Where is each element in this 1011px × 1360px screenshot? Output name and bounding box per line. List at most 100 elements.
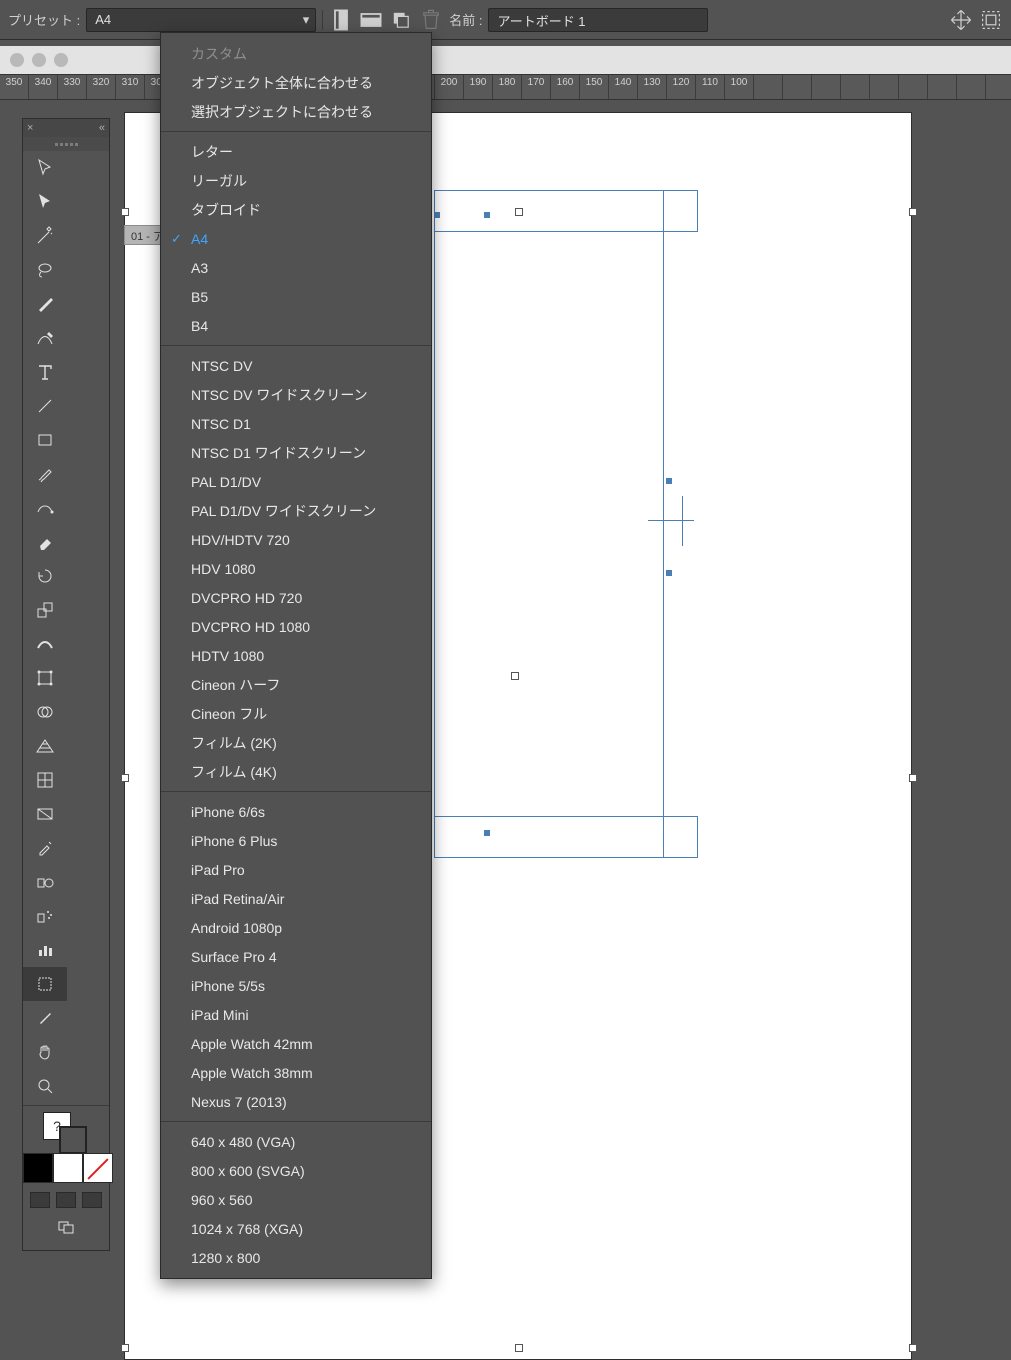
- selection-handle[interactable]: [121, 774, 129, 782]
- new-artboard-icon[interactable]: [389, 8, 413, 32]
- preset-option[interactable]: DVCPRO HD 720: [161, 583, 431, 612]
- preset-option[interactable]: Cineon フル: [161, 699, 431, 728]
- preset-option[interactable]: iPad Pro: [161, 855, 431, 884]
- guide-rect[interactable]: [434, 816, 698, 858]
- preset-option[interactable]: iPad Retina/Air: [161, 884, 431, 913]
- draw-normal-icon[interactable]: [30, 1192, 50, 1208]
- guide-line[interactable]: [682, 496, 683, 546]
- line-tool-icon[interactable]: [23, 389, 67, 423]
- preset-option[interactable]: HDTV 1080: [161, 641, 431, 670]
- preset-option[interactable]: Nexus 7 (2013): [161, 1087, 431, 1116]
- selection-tool-icon[interactable]: [23, 151, 67, 185]
- draw-behind-icon[interactable]: [56, 1192, 76, 1208]
- preset-option[interactable]: NTSC D1 ワイドスクリーン: [161, 438, 431, 467]
- slice-tool-icon[interactable]: [23, 1001, 67, 1035]
- artboard-name-input[interactable]: アートボード 1: [488, 8, 708, 32]
- selection-handle[interactable]: [121, 208, 129, 216]
- anchor-point[interactable]: [666, 570, 672, 576]
- free-transform-tool-icon[interactable]: [23, 661, 67, 695]
- preset-option[interactable]: HDV/HDTV 720: [161, 525, 431, 554]
- artboard-tool-icon[interactable]: [23, 967, 67, 1001]
- preset-option[interactable]: DVCPRO HD 1080: [161, 612, 431, 641]
- rotate-tool-icon[interactable]: [23, 559, 67, 593]
- screen-mode-icon[interactable]: [23, 1210, 109, 1244]
- preset-option[interactable]: B4: [161, 311, 431, 340]
- horizontal-ruler[interactable]: 3503403303203103002902802702602502402302…: [0, 74, 1011, 100]
- preset-option[interactable]: 640 x 480 (VGA): [161, 1127, 431, 1156]
- selection-handle[interactable]: [909, 774, 917, 782]
- preset-option[interactable]: オブジェクト全体に合わせる: [161, 68, 431, 97]
- preset-option[interactable]: 1280 x 800: [161, 1243, 431, 1272]
- move-with-artboard-icon[interactable]: [949, 8, 973, 32]
- column-graph-tool-icon[interactable]: [23, 933, 67, 967]
- preset-option[interactable]: フィルム (4K): [161, 757, 431, 786]
- blend-tool-icon[interactable]: [23, 865, 67, 899]
- landscape-orientation-icon[interactable]: [359, 8, 383, 32]
- preset-option[interactable]: HDV 1080: [161, 554, 431, 583]
- minimize-window-icon[interactable]: [32, 53, 46, 67]
- symbol-sprayer-tool-icon[interactable]: [23, 899, 67, 933]
- preset-select[interactable]: A4: [86, 8, 316, 32]
- preset-option[interactable]: 1024 x 768 (XGA): [161, 1214, 431, 1243]
- preset-option[interactable]: iPhone 6 Plus: [161, 826, 431, 855]
- gradient-tool-icon[interactable]: [23, 797, 67, 831]
- fill-stroke-swatch[interactable]: ?: [23, 1108, 109, 1148]
- preset-option[interactable]: フィルム (2K): [161, 728, 431, 757]
- shape-builder-tool-icon[interactable]: [23, 695, 67, 729]
- preset-option[interactable]: A3: [161, 253, 431, 282]
- draw-inside-icon[interactable]: [82, 1192, 102, 1208]
- preset-option[interactable]: Apple Watch 42mm: [161, 1029, 431, 1058]
- rectangle-tool-icon[interactable]: [23, 423, 67, 457]
- preset-option[interactable]: Surface Pro 4: [161, 942, 431, 971]
- direct-selection-tool-icon[interactable]: [23, 185, 67, 219]
- preset-dropdown[interactable]: カスタムオブジェクト全体に合わせる選択オブジェクトに合わせるレターリーガルタブロ…: [160, 32, 432, 1279]
- preset-option[interactable]: iPhone 5/5s: [161, 971, 431, 1000]
- preset-option[interactable]: レター: [161, 137, 431, 166]
- canvas[interactable]: 01 - ア: [0, 100, 1011, 1360]
- selection-handle[interactable]: [121, 1344, 129, 1352]
- guide-rect[interactable]: [434, 190, 664, 858]
- panel-grip[interactable]: [23, 137, 109, 151]
- eyedropper-tool-icon[interactable]: [23, 831, 67, 865]
- preset-option[interactable]: 800 x 600 (SVGA): [161, 1156, 431, 1185]
- pen-tool-icon[interactable]: [23, 287, 67, 321]
- magic-wand-tool-icon[interactable]: [23, 219, 67, 253]
- preset-option[interactable]: Apple Watch 38mm: [161, 1058, 431, 1087]
- shaper-tool-icon[interactable]: [23, 491, 67, 525]
- mesh-tool-icon[interactable]: [23, 763, 67, 797]
- collapse-icon[interactable]: «: [99, 122, 105, 134]
- portrait-orientation-icon[interactable]: [329, 8, 353, 32]
- preset-option[interactable]: Android 1080p: [161, 913, 431, 942]
- swatch-none[interactable]: [83, 1153, 113, 1183]
- selection-handle[interactable]: [909, 1344, 917, 1352]
- type-tool-icon[interactable]: [23, 355, 67, 389]
- anchor-point[interactable]: [484, 212, 490, 218]
- zoom-tool-icon[interactable]: [23, 1069, 67, 1103]
- panel-header[interactable]: × «: [23, 119, 109, 137]
- paintbrush-tool-icon[interactable]: [23, 457, 67, 491]
- perspective-grid-tool-icon[interactable]: [23, 729, 67, 763]
- swatch-white[interactable]: [53, 1153, 83, 1183]
- preset-option[interactable]: 960 x 560: [161, 1185, 431, 1214]
- preset-option[interactable]: NTSC D1: [161, 409, 431, 438]
- preset-option[interactable]: タブロイド: [161, 195, 431, 224]
- lasso-tool-icon[interactable]: [23, 253, 67, 287]
- hand-tool-icon[interactable]: [23, 1035, 67, 1069]
- preset-option[interactable]: iPhone 6/6s: [161, 797, 431, 826]
- selection-handle[interactable]: [511, 672, 519, 680]
- anchor-point[interactable]: [484, 830, 490, 836]
- zoom-window-icon[interactable]: [54, 53, 68, 67]
- close-icon[interactable]: ×: [27, 122, 33, 134]
- curvature-tool-icon[interactable]: [23, 321, 67, 355]
- width-tool-icon[interactable]: [23, 627, 67, 661]
- selection-handle[interactable]: [515, 1344, 523, 1352]
- preset-option[interactable]: リーガル: [161, 166, 431, 195]
- eraser-tool-icon[interactable]: [23, 525, 67, 559]
- scale-tool-icon[interactable]: [23, 593, 67, 627]
- preset-option[interactable]: iPad Mini: [161, 1000, 431, 1029]
- close-window-icon[interactable]: [10, 53, 24, 67]
- guide-line[interactable]: [648, 520, 694, 521]
- anchor-point[interactable]: [666, 478, 672, 484]
- preset-option[interactable]: Cineon ハーフ: [161, 670, 431, 699]
- preset-option[interactable]: PAL D1/DV: [161, 467, 431, 496]
